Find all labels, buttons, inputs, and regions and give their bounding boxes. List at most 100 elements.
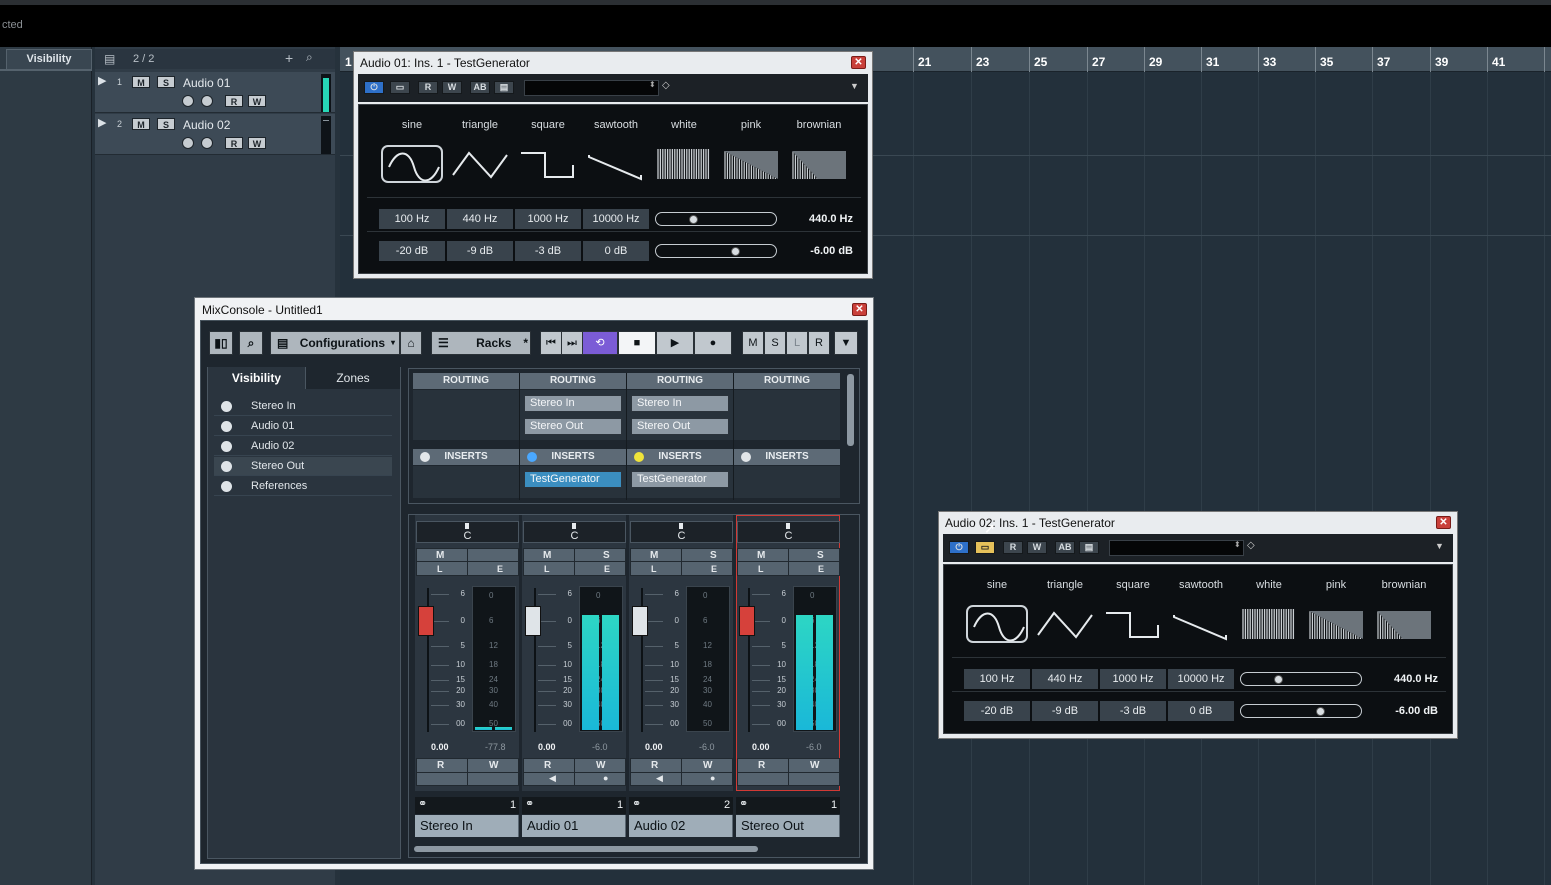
solo-button[interactable]: S [710,550,717,561]
frequency-preset-button[interactable]: 1000 Hz [515,209,581,229]
preset-stepper-icon[interactable]: ⬍ [1234,540,1241,549]
triangle-wave-icon[interactable] [1034,605,1096,643]
channel-name[interactable]: Audio 01 [522,815,626,837]
visibility-item[interactable] [214,437,392,456]
level-slider[interactable] [655,244,777,258]
record-enable-button[interactable] [182,137,194,149]
expand-icon[interactable]: ▶ [98,74,106,87]
white-wave-icon[interactable] [653,145,715,183]
volume-fader[interactable] [632,606,648,636]
global-mute-button[interactable]: M [742,331,764,355]
slider-knob[interactable] [1274,675,1283,684]
preset-selector[interactable] [1109,540,1244,556]
preset-browser-icon[interactable]: ◇ [662,80,670,91]
visibility-item[interactable] [214,417,392,436]
track-row[interactable]: ▶ 1 M S Audio 01 R W [95,72,335,113]
monitor-icon[interactable]: ◀ [549,773,556,784]
preset-selector[interactable] [524,80,659,96]
visibility-item[interactable] [214,397,392,416]
visibility-toggle[interactable] [221,401,232,412]
frequency-preset-button[interactable]: 100 Hz [964,669,1030,689]
inserts-active-indicator[interactable] [741,452,751,462]
record-icon[interactable]: ● [710,773,715,783]
pink-wave-icon[interactable] [1305,605,1367,643]
global-listen-button[interactable]: L [786,331,808,355]
track-name[interactable]: Audio 02 [183,118,230,132]
sine-wave-icon[interactable] [381,145,443,183]
close-button[interactable]: ✕ [851,56,866,69]
read-button[interactable]: R [651,760,658,771]
visibility-toggle[interactable] [221,461,232,472]
mute-button[interactable]: M [132,118,150,130]
brownian-wave-icon[interactable] [1373,605,1435,643]
level-slider[interactable] [1240,704,1362,718]
global-read-button[interactable]: R [808,331,830,355]
level-preset-button[interactable]: -9 dB [1032,701,1098,721]
search-button[interactable]: ⌕ [239,331,263,355]
edit-button[interactable]: E [604,564,610,574]
read-button[interactable]: R [544,760,551,771]
triangle-wave-icon[interactable] [449,145,511,183]
search-icon[interactable]: ⌕ [306,50,313,65]
preset-menu-button[interactable]: ▤ [494,81,514,94]
read-button[interactable]: R [1003,541,1023,554]
square-wave-icon[interactable] [517,145,579,183]
monitor-button[interactable] [201,95,213,107]
write-button[interactable]: W [596,760,605,771]
record-enable-button[interactable] [182,95,194,107]
slider-knob[interactable] [731,247,740,256]
monitor-icon[interactable]: ◀ [656,773,663,784]
pink-wave-icon[interactable] [720,145,782,183]
write-button[interactable]: W [810,760,819,771]
read-button[interactable]: R [758,760,765,771]
brownian-wave-icon[interactable] [788,145,850,183]
configurations-menu[interactable]: ▤ Configurations ▾ [270,331,400,355]
tab-visibility[interactable]: Visibility [208,367,306,389]
visibility-toggle[interactable] [221,481,232,492]
level-preset-button[interactable]: -3 dB [515,241,581,261]
input-routing-selector[interactable]: Stereo In [524,395,622,412]
testgenerator-window-1[interactable]: Audio 01: Ins. 1 - TestGenerator ✕ ⏻ ▭ R… [353,51,873,279]
cycle-button[interactable]: ⟲ [582,331,618,355]
power-button[interactable]: ⏻ [949,541,969,554]
horizontal-scrollbar[interactable] [414,846,758,852]
mute-button[interactable]: M [650,550,658,561]
preset-menu-button[interactable]: ▤ [1079,541,1099,554]
channel-name[interactable]: Stereo In [415,815,519,837]
edit-button[interactable]: E [711,564,717,574]
sawtooth-wave-icon[interactable] [585,145,647,183]
visibility-toggle[interactable] [221,441,232,452]
left-zone-toggle-button[interactable]: ▮▯ [209,331,233,355]
frequency-slider[interactable] [1240,672,1362,686]
track-row[interactable]: ▶ 2 M S Audio 02 R W [95,114,335,155]
go-to-end-button[interactable]: ⏭ [561,331,583,355]
read-button[interactable]: R [225,137,243,149]
bypass-button[interactable]: ▭ [975,541,995,554]
record-icon[interactable]: ● [603,773,608,783]
frequency-preset-button[interactable]: 10000 Hz [1168,669,1234,689]
level-preset-button[interactable]: -20 dB [964,701,1030,721]
sawtooth-wave-icon[interactable] [1170,605,1232,643]
write-button[interactable]: W [703,760,712,771]
solo-button[interactable]: S [157,76,175,88]
rack-scrollbar[interactable] [847,374,854,446]
listen-button[interactable]: L [758,564,764,574]
chevron-down-icon[interactable]: ▼ [834,331,858,355]
white-wave-icon[interactable] [1238,605,1300,643]
mute-button[interactable]: M [132,76,150,88]
square-wave-icon[interactable] [1102,605,1164,643]
input-routing-selector[interactable]: Stereo In [631,395,729,412]
insert-plugin-slot[interactable]: TestGenerator [524,471,622,488]
close-button[interactable]: ✕ [852,303,867,316]
write-button[interactable]: W [442,81,462,94]
inserts-active-indicator[interactable] [527,452,537,462]
mute-button[interactable]: M [757,550,765,561]
frequency-preset-button[interactable]: 440 Hz [1032,669,1098,689]
play-button[interactable]: ▶ [656,331,694,355]
listen-button[interactable]: L [437,564,443,574]
global-solo-button[interactable]: S [764,331,786,355]
output-routing-selector[interactable]: Stereo Out [524,418,622,435]
output-routing-selector[interactable]: Stereo Out [631,418,729,435]
channel-name[interactable]: Stereo Out [736,815,840,837]
channel-name[interactable]: Audio 02 [629,815,733,837]
